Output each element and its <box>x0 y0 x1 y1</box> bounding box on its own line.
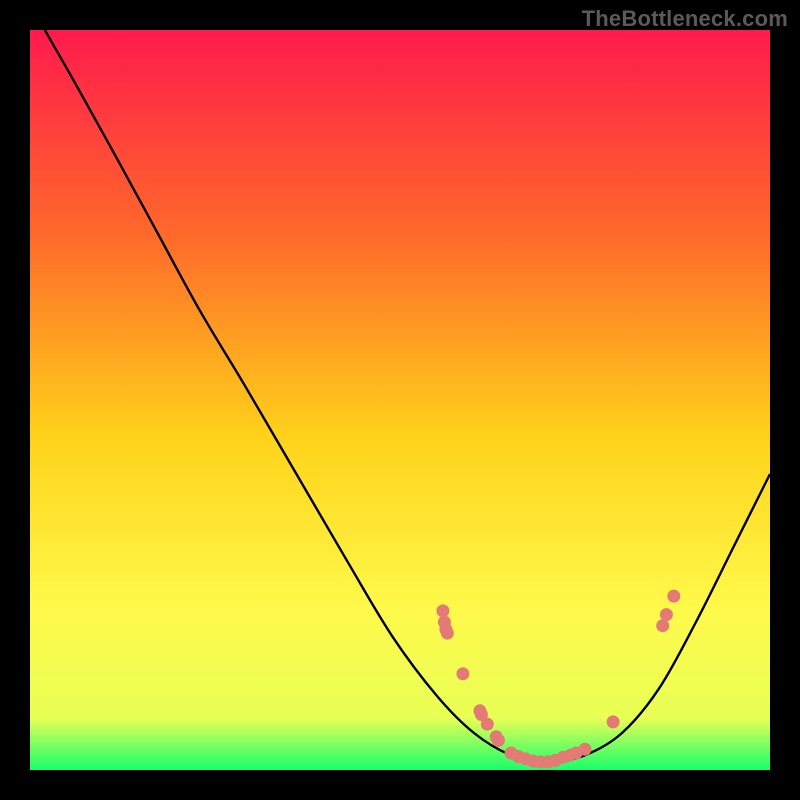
highlight-point <box>481 718 494 731</box>
watermark-text: TheBottleneck.com <box>582 6 788 32</box>
plot-area <box>30 30 770 770</box>
highlight-point <box>660 608 673 621</box>
highlight-point <box>436 604 449 617</box>
highlight-point <box>456 667 469 680</box>
highlight-point <box>607 715 620 728</box>
highlight-point <box>579 743 592 756</box>
highlight-point <box>656 619 669 632</box>
highlight-point <box>439 623 452 636</box>
highlight-point <box>667 590 680 603</box>
chart-container: TheBottleneck.com <box>0 0 800 800</box>
bottleneck-chart <box>0 0 800 800</box>
highlight-point <box>492 734 505 747</box>
